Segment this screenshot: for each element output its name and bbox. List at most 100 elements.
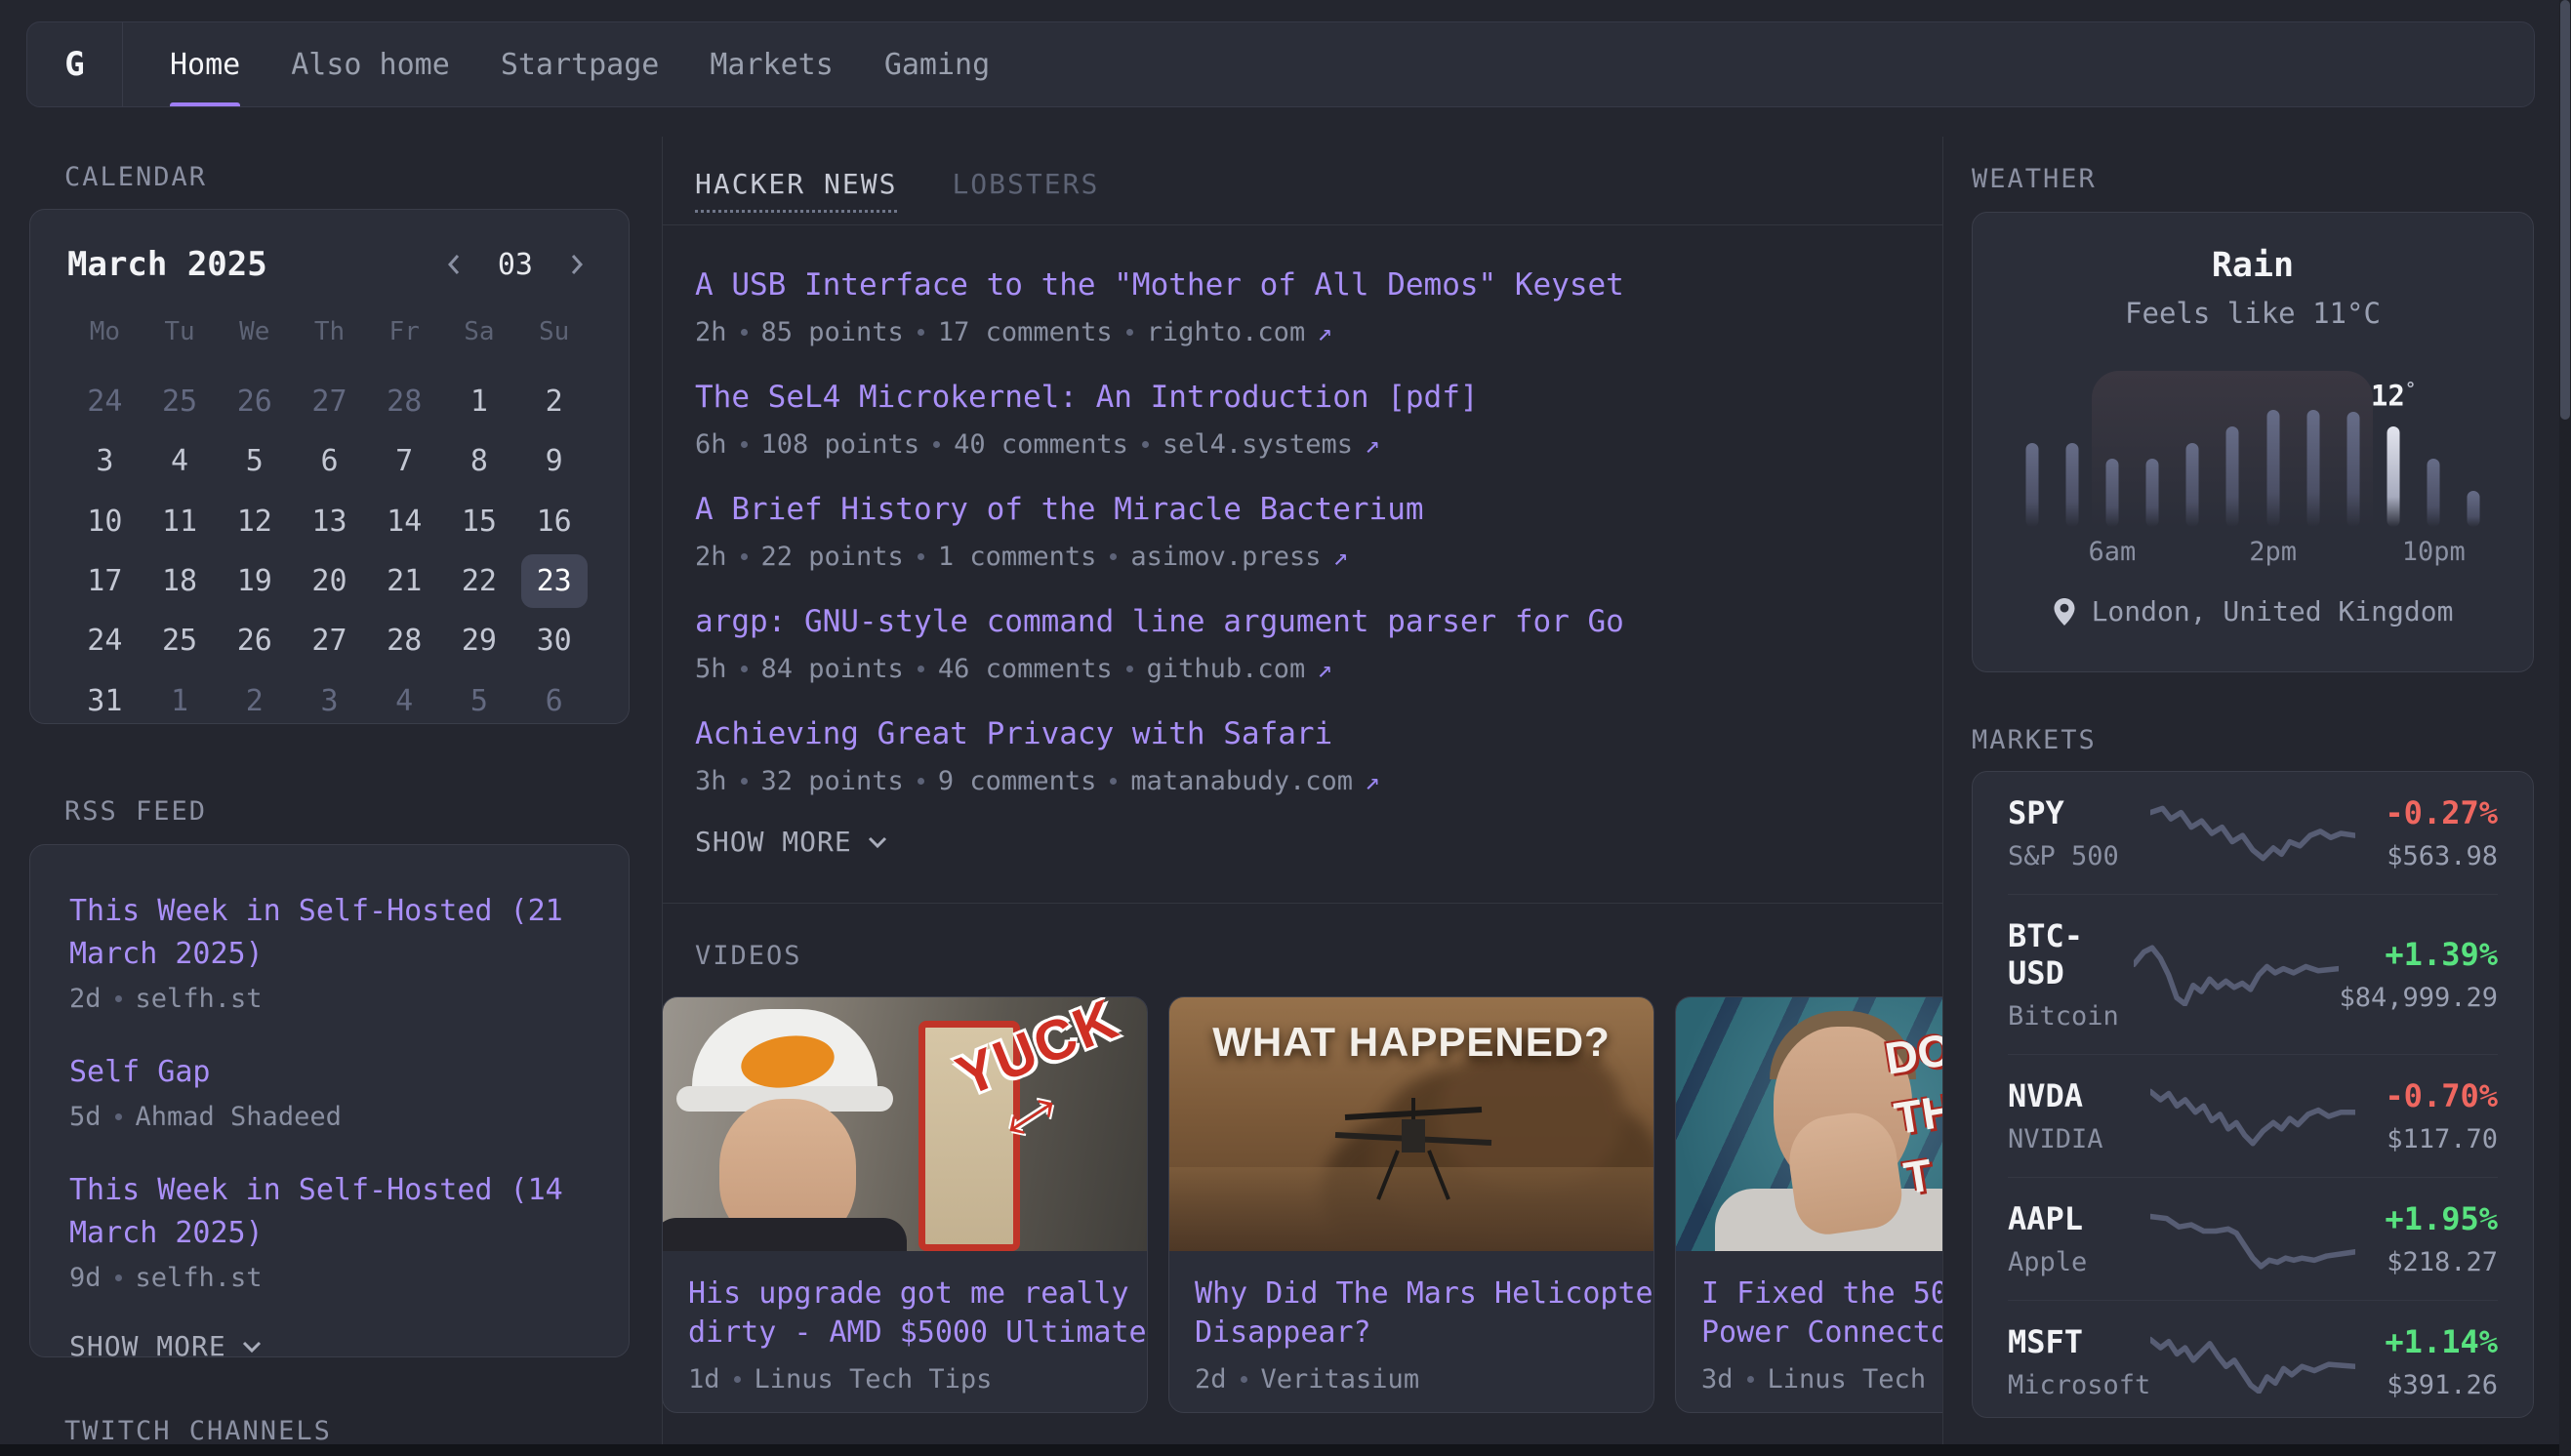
calendar-day[interactable]: 15: [442, 492, 517, 551]
rss-item-title[interactable]: This Week in Self-Hosted (14 March 2025): [69, 1169, 590, 1255]
calendar-day[interactable]: 27: [292, 372, 367, 431]
external-link-icon[interactable]: ↗: [1317, 318, 1332, 347]
story-domain[interactable]: sel4.systems: [1163, 429, 1353, 460]
external-link-icon[interactable]: ↗: [1317, 655, 1332, 684]
calendar-day[interactable]: 21: [367, 551, 442, 611]
story-comments[interactable]: 17 comments: [938, 317, 1113, 347]
nav-tab-home[interactable]: Home: [170, 22, 240, 106]
story-domain[interactable]: righto.com: [1147, 317, 1306, 347]
calendar-day[interactable]: 5: [442, 671, 517, 731]
video-channel[interactable]: Linus Tech Tips: [1768, 1364, 1942, 1395]
calendar-day[interactable]: 11: [143, 492, 218, 551]
video-card[interactable]: YUCK ⤢ His upgrade got me reallydirty - …: [662, 996, 1148, 1413]
calendar-day[interactable]: 19: [217, 551, 292, 611]
calendar-day[interactable]: 25: [143, 372, 218, 431]
calendar-day[interactable]: 29: [442, 611, 517, 670]
story-domain[interactable]: matanabudy.com: [1130, 766, 1353, 796]
rss-item-title[interactable]: This Week in Self-Hosted (21 March 2025): [69, 890, 590, 976]
bottom-strip: [0, 1444, 2571, 1456]
external-link-icon[interactable]: ↗: [1365, 430, 1380, 460]
feed-tab-lobsters[interactable]: LOBSTERS: [952, 168, 1099, 213]
calendar-day[interactable]: 9: [516, 431, 592, 491]
calendar-day[interactable]: 2: [217, 671, 292, 731]
rss-show-more-button[interactable]: SHOW MORE: [69, 1330, 264, 1362]
calendar-day[interactable]: 7: [367, 431, 442, 491]
scrollbar-thumb[interactable]: [2560, 0, 2570, 420]
calendar-day[interactable]: 2: [516, 372, 592, 431]
video-thumbnail[interactable]: DOTHT: [1676, 997, 1942, 1251]
video-title[interactable]: His upgrade got me reallydirty - AMD $50…: [688, 1274, 1122, 1353]
market-row-aapl[interactable]: AAPL Apple +1.95% $218.27: [2008, 1177, 2498, 1300]
story-domain[interactable]: github.com: [1147, 654, 1306, 684]
calendar-day[interactable]: 6: [516, 671, 592, 731]
calendar-day[interactable]: 12: [217, 492, 292, 551]
external-link-icon[interactable]: ↗: [1365, 767, 1380, 796]
calendar-day[interactable]: 17: [67, 551, 143, 611]
calendar-day[interactable]: 16: [516, 492, 592, 551]
calendar-day[interactable]: 27: [292, 611, 367, 670]
nav-tab-gaming[interactable]: Gaming: [884, 22, 990, 106]
story-title[interactable]: A Brief History of the Miracle Bacterium: [695, 489, 1909, 530]
calendar-day[interactable]: 18: [143, 551, 218, 611]
nav-tab-also-home[interactable]: Also home: [291, 22, 450, 106]
calendar-day[interactable]: 6: [292, 431, 367, 491]
scrollbar-track[interactable]: [2559, 0, 2571, 1456]
video-card[interactable]: WHAT HAPPENED? Why Did The Mars Helicopt…: [1168, 996, 1654, 1413]
stories-show-more-button[interactable]: SHOW MORE: [695, 826, 889, 858]
calendar-day[interactable]: 1: [442, 372, 517, 431]
calendar-day[interactable]: 13: [292, 492, 367, 551]
story-title[interactable]: A USB Interface to the "Mother of All De…: [695, 264, 1909, 305]
app-logo[interactable]: G: [27, 22, 123, 106]
story-comments[interactable]: 1 comments: [938, 542, 1097, 572]
video-meta: 2d Veritasium: [1195, 1364, 1628, 1395]
story-comments[interactable]: 9 comments: [938, 766, 1097, 796]
video-thumbnail[interactable]: WHAT HAPPENED?: [1169, 997, 1653, 1251]
external-link-icon[interactable]: ↗: [1332, 543, 1348, 572]
feed-tab-hacker-news[interactable]: HACKER NEWS: [695, 168, 897, 213]
video-channel[interactable]: Linus Tech Tips: [755, 1364, 993, 1395]
calendar-day[interactable]: 24: [67, 611, 143, 670]
market-row-msft[interactable]: MSFT Microsoft +1.14% $391.26: [2008, 1300, 2498, 1423]
calendar-day[interactable]: 25: [143, 611, 218, 670]
video-title[interactable]: Why Did The Mars HelicopterDisappear?: [1195, 1274, 1628, 1353]
calendar-day[interactable]: 10: [67, 492, 143, 551]
calendar-next-button[interactable]: [562, 246, 592, 283]
nav-tab-markets[interactable]: Markets: [710, 22, 833, 106]
video-title[interactable]: I Fixed the 5090Power Connector Problem: [1701, 1274, 1942, 1353]
nav-tab-startpage[interactable]: Startpage: [501, 22, 660, 106]
calendar-day[interactable]: 26: [217, 372, 292, 431]
story-title[interactable]: The SeL4 Microkernel: An Introduction [p…: [695, 377, 1909, 418]
calendar-prev-button[interactable]: [439, 246, 469, 283]
rss-item-title[interactable]: Self Gap: [69, 1051, 590, 1094]
calendar-day[interactable]: 20: [292, 551, 367, 611]
calendar-grid: 2425262728123456789101112131415161718192…: [67, 372, 592, 731]
calendar-day[interactable]: 3: [67, 431, 143, 491]
video-channel[interactable]: Veritasium: [1261, 1364, 1420, 1395]
calendar-day[interactable]: 3: [292, 671, 367, 731]
story-comments[interactable]: 46 comments: [938, 654, 1113, 684]
calendar-day[interactable]: 26: [217, 611, 292, 670]
calendar-day-today[interactable]: 23: [516, 551, 592, 611]
story-age: 2h: [695, 542, 727, 572]
calendar-day[interactable]: 1: [143, 671, 218, 731]
story-title[interactable]: argp: GNU-style command line argument pa…: [695, 601, 1909, 642]
calendar-day[interactable]: 24: [67, 372, 143, 431]
market-row-spy[interactable]: SPY S&P 500 -0.27% $563.98: [2008, 772, 2498, 894]
video-card[interactable]: DOTHT I Fixed the 5090Power Connector Pr…: [1675, 996, 1942, 1413]
calendar-day[interactable]: 5: [217, 431, 292, 491]
story-comments[interactable]: 40 comments: [954, 429, 1128, 460]
calendar-day[interactable]: 28: [367, 611, 442, 670]
calendar-day[interactable]: 30: [516, 611, 592, 670]
calendar-day[interactable]: 22: [442, 551, 517, 611]
calendar-day[interactable]: 4: [367, 671, 442, 731]
video-thumbnail[interactable]: YUCK ⤢: [663, 997, 1147, 1251]
market-row-btc-usd[interactable]: BTC-USD Bitcoin +1.39% $84,999.29: [2008, 894, 2498, 1054]
market-row-nvda[interactable]: NVDA NVIDIA -0.70% $117.70: [2008, 1054, 2498, 1177]
calendar-day[interactable]: 8: [442, 431, 517, 491]
calendar-day[interactable]: 14: [367, 492, 442, 551]
calendar-day[interactable]: 4: [143, 431, 218, 491]
calendar-day[interactable]: 31: [67, 671, 143, 731]
calendar-day[interactable]: 28: [367, 372, 442, 431]
story-title[interactable]: Achieving Great Privacy with Safari: [695, 713, 1909, 754]
story-domain[interactable]: asimov.press: [1130, 542, 1321, 572]
